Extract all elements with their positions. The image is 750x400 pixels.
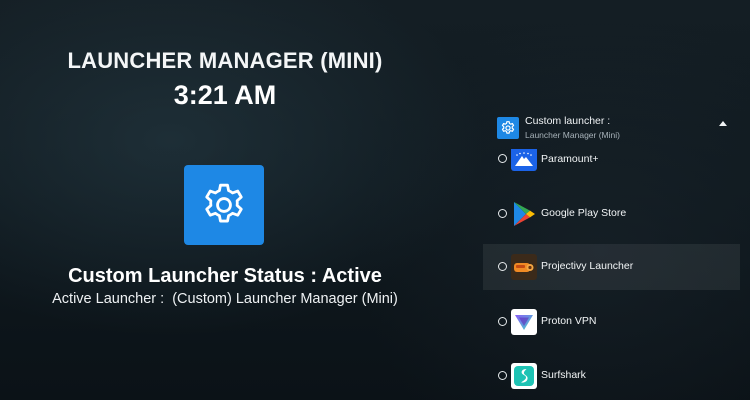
header-title: Custom launcher : (525, 115, 611, 127)
launcher-item-label: Google Play Store (541, 207, 627, 219)
launcher-item-google-play-store[interactable]: Google Play Store (483, 191, 740, 237)
google-play-icon (511, 201, 537, 227)
projectivy-icon (511, 254, 537, 280)
chevron-up-icon[interactable] (719, 121, 727, 126)
gear-icon (497, 117, 519, 139)
launcher-item-surfshark[interactable]: Surfshark (483, 353, 740, 399)
launcher-item-label: Projectivy Launcher (541, 260, 634, 272)
launcher-item-label: Proton VPN (541, 315, 597, 327)
launcher-item-label: Surfshark (541, 369, 586, 381)
gear-icon (184, 165, 264, 245)
clock: 3:21 AM (173, 80, 277, 110)
launcher-selector: Custom launcher : Launcher Manager (Mini… (483, 0, 740, 400)
launcher-status: Custom Launcher Status : Active (68, 265, 382, 287)
radio-button[interactable] (498, 371, 507, 380)
launcher-item-projectivy-launcher[interactable]: Projectivy Launcher (483, 244, 740, 290)
radio-button[interactable] (498, 154, 507, 163)
radio-button[interactable] (498, 317, 507, 326)
surfshark-icon (511, 363, 537, 389)
launcher-item-proton-vpn[interactable]: Proton VPN (483, 299, 740, 345)
launcher-item-label: Paramount+ (541, 153, 599, 165)
launcher-item-paramount[interactable]: Paramount+ (483, 139, 740, 179)
radio-button[interactable] (498, 209, 507, 218)
paramount-icon (511, 149, 537, 171)
radio-button[interactable] (498, 262, 507, 271)
app-title: LAUNCHER MANAGER (MINI) (67, 48, 383, 73)
app-info-panel: LAUNCHER MANAGER (MINI) 3:21 AM Custom L… (0, 0, 450, 400)
proton-vpn-icon (511, 309, 537, 335)
active-launcher-text: Active Launcher : (Custom) Launcher Mana… (52, 291, 398, 307)
